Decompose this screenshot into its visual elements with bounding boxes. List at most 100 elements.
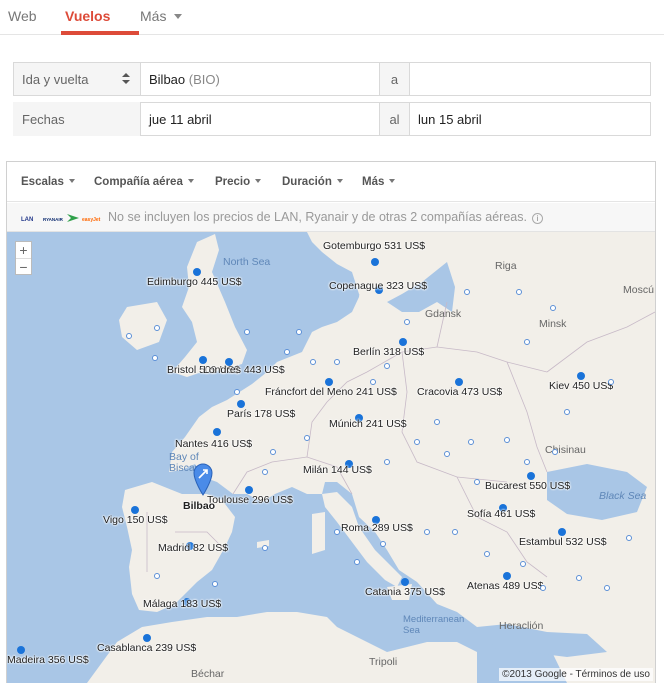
destination-price-label[interactable]: Bucarest 550 US$ — [485, 480, 570, 492]
destination-price-label[interactable]: Gotemburgo 531 US$ — [323, 240, 425, 252]
minor-airport-marker — [384, 363, 390, 369]
filter-price[interactable]: Precio — [215, 176, 262, 188]
tab-flights[interactable]: Vuelos — [65, 8, 110, 24]
route-row: Ida y vuelta Bilbao (BIO) a — [13, 62, 651, 98]
destination-price-label[interactable]: Vigo 150 US$ — [103, 514, 168, 526]
filter-duration[interactable]: Duración — [282, 176, 343, 188]
place-label: Heraclión — [499, 620, 544, 632]
tab-more-label: Más — [140, 8, 167, 24]
zoom-control: + − — [15, 241, 32, 275]
tab-web[interactable]: Web — [8, 8, 37, 24]
destination-dot[interactable] — [401, 578, 409, 586]
filter-more[interactable]: Más — [362, 176, 396, 188]
filter-label: Precio — [215, 176, 251, 188]
place-label: Gdansk — [425, 308, 462, 320]
to-label: a — [379, 62, 410, 96]
chevron-down-icon — [174, 14, 183, 19]
destination-dot[interactable] — [371, 258, 379, 266]
active-tab-indicator — [61, 31, 139, 35]
destination-price-label[interactable]: Kiev 450 US$ — [549, 380, 613, 392]
destination-dot[interactable] — [17, 646, 25, 654]
destination-price-label[interactable]: Roma 289 US$ — [341, 522, 413, 534]
destination-price-label[interactable]: Londres 443 US$ — [203, 364, 285, 376]
minor-airport-marker — [262, 469, 268, 475]
destination-dot[interactable] — [237, 400, 245, 408]
origin-input[interactable]: Bilbao (BIO) — [140, 62, 380, 96]
minor-airport-marker — [516, 289, 522, 295]
trip-type-select[interactable]: Ida y vuelta — [13, 62, 141, 96]
destination-dot[interactable] — [527, 472, 535, 480]
minor-airport-marker — [608, 379, 614, 385]
minor-airport-marker — [126, 333, 132, 339]
map-credits[interactable]: ©2013 Google - Términos de uso — [499, 668, 653, 681]
destination-price-label[interactable]: Nantes 416 US$ — [175, 438, 252, 450]
destination-dot[interactable] — [143, 634, 151, 642]
destination-price-label[interactable]: Estambul 532 US$ — [519, 536, 607, 548]
minor-airport-marker — [468, 439, 474, 445]
destination-dot[interactable] — [399, 338, 407, 346]
airline-logos-icon: LAN RYANAIR easyJet — [21, 214, 101, 223]
destination-price-label[interactable]: Copenague 323 US$ — [329, 280, 427, 292]
minor-airport-marker — [524, 339, 530, 345]
destination-price-label[interactable]: Sofía 461 US$ — [467, 508, 535, 520]
minor-airport-marker — [504, 437, 510, 443]
destination-dot[interactable] — [245, 486, 253, 494]
minor-airport-marker — [296, 329, 302, 335]
info-icon[interactable]: i — [531, 213, 543, 224]
tab-more[interactable]: Más — [140, 8, 183, 24]
destination-dot[interactable] — [213, 428, 221, 436]
minor-airport-marker — [434, 419, 440, 425]
destination-price-label[interactable]: París 178 US$ — [227, 408, 295, 420]
filter-airline[interactable]: Compañía aérea — [94, 176, 194, 188]
filter-label: Compañía aérea — [94, 176, 183, 188]
destination-dot[interactable] — [131, 506, 139, 514]
zoom-out-button[interactable]: − — [16, 258, 31, 275]
notice-text: No se incluyen los precios de LAN, Ryana… — [108, 210, 543, 224]
destination-dot[interactable] — [558, 528, 566, 536]
logo-lan: LAN — [21, 217, 33, 223]
return-date-input[interactable]: lun 15 abril — [409, 102, 651, 136]
origin-pin-icon[interactable] — [192, 462, 214, 496]
destination-input[interactable] — [409, 62, 651, 96]
logo-easyjet: easyJet — [82, 217, 101, 223]
depart-date-input[interactable]: jue 11 abril — [140, 102, 380, 136]
filter-stops[interactable]: Escalas — [21, 176, 75, 188]
minor-airport-marker — [424, 529, 430, 535]
date-separator: al — [379, 102, 410, 136]
destination-price-label[interactable]: Cracovia 473 US$ — [417, 386, 502, 398]
destination-price-label[interactable]: Casablanca 239 US$ — [97, 642, 196, 654]
destination-price-label[interactable]: Edimburgo 445 US$ — [147, 276, 242, 288]
destination-price-label[interactable]: Toulouse 296 US$ — [207, 494, 293, 506]
destination-dot[interactable] — [455, 378, 463, 386]
destination-dot[interactable] — [193, 268, 201, 276]
minor-airport-marker — [380, 541, 386, 547]
destination-price-label[interactable]: Madeira 356 US$ — [7, 654, 89, 666]
destination-dot[interactable] — [577, 372, 585, 380]
destination-price-label[interactable]: Madrid 82 US$ — [158, 542, 228, 554]
minor-airport-marker — [552, 449, 558, 455]
select-arrows-icon — [122, 73, 130, 87]
destination-price-label[interactable]: Berlín 318 US$ — [353, 346, 424, 358]
destination-price-label[interactable]: Catania 375 US$ — [365, 586, 445, 598]
origin-label: Bilbao — [183, 500, 216, 512]
minor-airport-marker — [154, 573, 160, 579]
destination-price-label[interactable]: Milán 144 US$ — [303, 464, 372, 476]
minor-airport-marker — [576, 575, 582, 581]
dates-label: Fechas — [13, 102, 141, 136]
destination-dot[interactable] — [325, 378, 333, 386]
chevron-down-icon — [187, 179, 194, 183]
chevron-down-icon — [68, 179, 75, 183]
destinations-map[interactable]: + − North Sea Riga Moscú Gdansk Minsk Ba… — [7, 232, 655, 683]
destination-dot[interactable] — [199, 356, 207, 364]
minor-airport-marker — [310, 359, 316, 365]
destination-price-label[interactable]: Múnich 241 US$ — [329, 418, 407, 430]
destination-dot[interactable] — [503, 572, 511, 580]
destination-price-label[interactable]: Málaga 183 US$ — [143, 598, 221, 610]
destination-price-label[interactable]: Fráncfort del Meno 241 US$ — [265, 386, 397, 398]
place-label: Minsk — [539, 318, 567, 330]
zoom-in-button[interactable]: + — [16, 242, 31, 258]
minor-airport-marker — [604, 585, 610, 591]
minor-airport-marker — [334, 359, 340, 365]
excluded-airlines-notice: LAN RYANAIR easyJet No se incluyen los p… — [7, 203, 655, 232]
destination-price-label[interactable]: Atenas 489 US$ — [467, 580, 543, 592]
